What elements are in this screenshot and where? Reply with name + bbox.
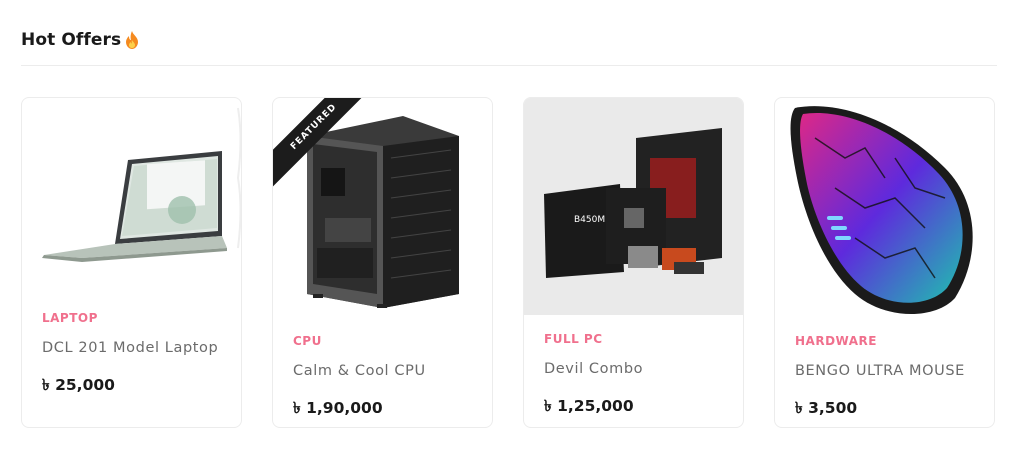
pc-combo-image[interactable]: B450M [524,98,743,315]
fire-icon [125,31,139,49]
product-category: LAPTOP [42,311,98,325]
product-category: FULL PC [544,332,603,346]
product-name[interactable]: Calm & Cool CPU [293,363,426,379]
product-price: ৳ 25,000 [42,376,115,394]
section-title-text: Hot Offers [21,30,122,50]
product-card-full-pc[interactable]: B450M FULL PC Devil Combo ৳ 1,25,000 [523,97,744,428]
product-category: HARDWARE [795,334,877,348]
section-title: Hot Offers [21,30,997,50]
product-name[interactable]: DCL 201 Model Laptop [42,340,218,356]
product-price: ৳ 3,500 [795,399,858,417]
pc-case-image[interactable]: FEATURED [273,98,492,315]
laptop-image[interactable] [22,98,241,315]
gaming-mouse-image[interactable] [775,98,994,315]
svg-text:B450M: B450M [574,215,605,225]
product-name[interactable]: BENGO ULTRA MOUSE [795,363,965,379]
product-card-mouse[interactable]: HARDWARE BENGO ULTRA MOUSE ৳ 3,500 [774,97,995,428]
product-price: ৳ 1,90,000 [293,399,383,417]
product-card-laptop[interactable]: LAPTOP DCL 201 Model Laptop ৳ 25,000 [21,97,242,428]
section-header: Hot Offers [21,30,997,50]
section-divider [21,65,997,66]
product-price: ৳ 1,25,000 [544,397,634,415]
product-name[interactable]: Devil Combo [544,361,643,377]
product-category: CPU [293,334,322,348]
product-card-cpu[interactable]: FEATURED CPU Calm & Cool CPU ৳ 1,90,000 [272,97,493,428]
